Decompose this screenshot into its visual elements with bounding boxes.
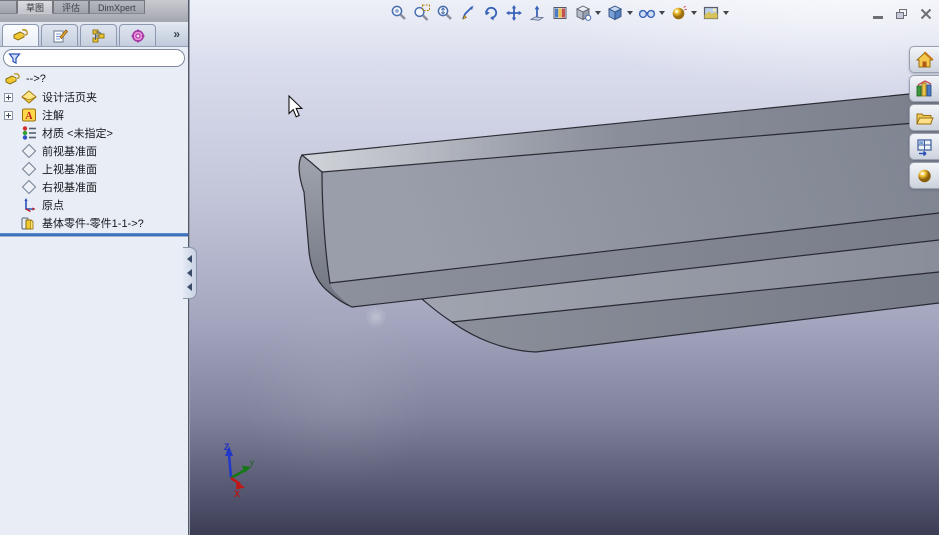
feature-tree: -->? 设计活页夹 A 注解 材质 <未指定> 前视基准面 上视基准面 右视基… — [0, 67, 188, 236]
restore-button[interactable] — [896, 9, 907, 19]
panel-splitter-handle[interactable] — [183, 247, 197, 299]
tree-item-base-part[interactable]: 基体零件-零件1-1->? — [0, 214, 188, 232]
view-sketch-pen-icon[interactable] — [458, 3, 478, 23]
plane-icon — [20, 161, 37, 177]
tree-item-label: 原点 — [42, 200, 64, 212]
zoom-to-fit-icon[interactable] — [389, 3, 409, 23]
view-palette-icon[interactable] — [909, 133, 939, 160]
svg-text:A: A — [25, 111, 33, 122]
collapse-left-arrow-icon — [187, 283, 192, 291]
edit-appearance-icon[interactable] — [669, 3, 689, 23]
tree-item-label: 注解 — [42, 110, 64, 122]
tree-item-label: 材质 <未指定> — [42, 128, 113, 140]
resources-home-icon[interactable] — [909, 46, 939, 73]
tree-item-right-plane[interactable]: 右视基准面 — [0, 178, 188, 196]
tree-item-design-binder[interactable]: 设计活页夹 — [0, 88, 188, 106]
plane-icon — [20, 143, 37, 159]
view-orientation-icon[interactable] — [573, 3, 593, 23]
task-pane-tabs — [909, 46, 939, 189]
tree-item-label: 设计活页夹 — [42, 92, 97, 104]
lens-flare-glow — [243, 305, 433, 495]
tree-item-label: 上视基准面 — [42, 164, 97, 176]
tree-item-label: 基体零件-零件1-1->? — [42, 218, 144, 230]
collapse-left-arrow-icon — [187, 269, 192, 277]
tab-sketch[interactable]: 草图 — [17, 0, 54, 14]
tree-item-front-plane[interactable]: 前视基准面 — [0, 142, 188, 160]
graphics-viewport[interactable]: Z y X — [188, 0, 939, 535]
annotations-icon: A — [20, 107, 37, 123]
origin-icon — [20, 197, 37, 213]
left-column: 草图 评估 DimXpert » -->? 设计活页夹 A 注解 材质 <未指定… — [0, 0, 189, 535]
tab-dimxpert[interactable]: DimXpert — [89, 0, 145, 14]
display-style-dropdown-caret[interactable] — [627, 11, 633, 15]
window-controls — [873, 8, 932, 20]
edit-appearance-dropdown-caret[interactable] — [691, 11, 697, 15]
scene-icon[interactable] — [701, 3, 721, 23]
part-root-icon — [4, 71, 21, 87]
mouse-cursor — [288, 95, 304, 118]
expand-plus-icon[interactable] — [4, 92, 13, 102]
tree-item-material[interactable]: 材质 <未指定> — [0, 124, 188, 142]
feature-manager-panel: -->? 设计活页夹 A 注解 材质 <未指定> 前视基准面 上视基准面 右视基… — [0, 47, 188, 535]
tree-item-label: 右视基准面 — [42, 182, 97, 194]
filter-funnel-icon — [8, 52, 21, 64]
filter-input[interactable] — [21, 51, 180, 65]
expand-chevron[interactable]: » — [173, 27, 180, 41]
configuration-manager-icon[interactable] — [80, 24, 117, 46]
part-3d-model[interactable]: Z y X — [188, 0, 939, 535]
design-binder-icon — [20, 89, 37, 105]
tree-item-top-plane[interactable]: 上视基准面 — [0, 160, 188, 178]
view-orientation-dropdown-caret[interactable] — [595, 11, 601, 15]
command-manager-tab-bar: 草图 评估 DimXpert — [0, 0, 188, 22]
triad-x-label: X — [234, 489, 240, 499]
scene-dropdown-caret[interactable] — [723, 11, 729, 15]
feature-tree-icon[interactable] — [2, 24, 39, 46]
rollback-bar[interactable] — [0, 233, 188, 236]
headsup-view-toolbar — [389, 3, 730, 23]
display-style-icon[interactable] — [605, 3, 625, 23]
tree-item-root[interactable]: -->? — [0, 70, 188, 88]
normal-to-icon[interactable] — [527, 3, 547, 23]
appearances-sphere-icon[interactable] — [909, 162, 939, 189]
rotate-view-icon[interactable] — [481, 3, 501, 23]
property-manager-icon[interactable] — [41, 24, 78, 46]
hide-show-items-icon[interactable] — [637, 3, 657, 23]
tree-item-origin[interactable]: 原点 — [0, 196, 188, 214]
minimize-button[interactable] — [873, 16, 883, 19]
tab-evaluate[interactable]: 评估 — [53, 0, 90, 14]
expand-plus-icon[interactable] — [4, 110, 13, 120]
triad-y-label: y — [250, 458, 254, 467]
plane-icon — [20, 179, 37, 195]
design-library-icon[interactable] — [909, 75, 939, 102]
collapse-left-arrow-icon — [187, 255, 192, 263]
file-explorer-folder-icon[interactable] — [909, 104, 939, 131]
tab-partial-left-edge[interactable] — [0, 0, 17, 14]
zoom-to-area-icon[interactable] — [412, 3, 432, 23]
feature-manager-tab-row: » — [0, 22, 188, 47]
pan-view-icon[interactable] — [504, 3, 524, 23]
hide-show-dropdown-caret[interactable] — [659, 11, 665, 15]
tree-item-annotations[interactable]: A 注解 — [0, 106, 188, 124]
triad-z-label: Z — [224, 442, 230, 452]
section-view-icon[interactable] — [550, 3, 570, 23]
zoom-in-out-icon[interactable] — [435, 3, 455, 23]
material-icon — [20, 125, 37, 141]
restore-front-square — [896, 12, 904, 19]
close-button[interactable] — [920, 8, 932, 20]
tree-item-label: -->? — [26, 73, 46, 85]
base-part-icon — [20, 215, 37, 231]
dimxpert-manager-icon[interactable] — [119, 24, 156, 46]
orientation-triad: Z y X — [224, 442, 254, 499]
tree-filter-box — [3, 49, 185, 67]
tree-item-label: 前视基准面 — [42, 146, 97, 158]
